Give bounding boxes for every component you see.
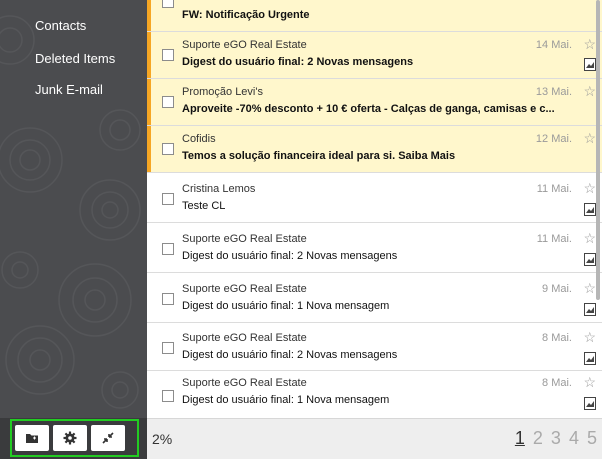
unread-marker — [147, 32, 151, 78]
message-subject: FW: Notificação Urgente — [182, 9, 310, 21]
list-footer: 2% 1 2 3 4 5 — [147, 418, 602, 459]
message-row[interactable]: Cristina Lemos Teste CL 11 Mai. ☆ — [147, 173, 602, 223]
attachment-icon — [584, 352, 596, 365]
star-icon[interactable]: ☆ — [583, 84, 596, 98]
message-subject: Teste CL — [182, 200, 226, 212]
star-icon[interactable]: ☆ — [583, 37, 596, 51]
message-row[interactable]: Suporte eGO Real Estate Digest do usuári… — [147, 371, 602, 418]
page-link[interactable]: 1 — [515, 428, 525, 448]
sidebar: Contacts Deleted Items Junk E-mail — [0, 0, 147, 459]
star-icon[interactable]: ☆ — [583, 375, 596, 389]
attachment-icon — [584, 303, 596, 316]
message-sender: Cristina Lemos — [182, 183, 256, 195]
message-row[interactable]: FW: Notificação Urgente — [147, 0, 602, 32]
message-sender: Suporte eGO Real Estate — [182, 377, 307, 389]
folder-contacts[interactable]: Contacts — [35, 18, 86, 33]
row-checkbox[interactable] — [162, 193, 174, 205]
attachment-icon — [584, 203, 596, 216]
scrollbar[interactable] — [596, 0, 600, 300]
folder-deleted-items[interactable]: Deleted Items — [35, 51, 115, 66]
message-date: 8 Mai. — [542, 377, 572, 389]
attachment-icon — [584, 253, 596, 266]
message-date: 8 Mai. — [542, 332, 572, 344]
message-sender: Suporte eGO Real Estate — [182, 332, 307, 344]
message-subject: Digest do usuário final: 2 Novas mensage… — [182, 349, 398, 361]
message-subject: Temos a solução financeira ideal para si… — [182, 150, 456, 162]
row-checkbox[interactable] — [162, 96, 174, 108]
message-subject: Aproveite -70% desconto + 10 € oferta - … — [182, 103, 555, 115]
message-date: 14 Mai. — [535, 39, 572, 51]
star-icon[interactable]: ☆ — [583, 231, 596, 245]
star-icon[interactable]: ☆ — [583, 330, 596, 344]
star-icon[interactable]: ☆ — [583, 131, 596, 145]
message-date: 11 Mai. — [536, 183, 572, 195]
message-date: 9 Mai. — [542, 283, 572, 295]
message-sender: Suporte eGO Real Estate — [182, 39, 307, 51]
unread-marker — [147, 0, 151, 31]
row-checkbox[interactable] — [162, 243, 174, 255]
message-row[interactable]: Promoção Levi's Aproveite -70% desconto … — [147, 79, 602, 126]
star-icon[interactable]: ☆ — [583, 281, 596, 295]
progress-percent: 2% — [152, 431, 173, 447]
star-icon[interactable]: ☆ — [583, 181, 596, 195]
message-sender: Suporte eGO Real Estate — [182, 283, 307, 295]
page-link[interactable]: 5 — [587, 428, 597, 448]
page-link[interactable]: 2 — [533, 428, 543, 448]
message-sender: Cofidis — [182, 133, 216, 145]
sidebar-background-pattern — [0, 15, 141, 409]
message-row[interactable]: Cofidis Temos a solução financeira ideal… — [147, 126, 602, 173]
message-row[interactable]: Suporte eGO Real Estate Digest do usuári… — [147, 32, 602, 79]
pagination: 1 2 3 4 5 — [512, 428, 597, 449]
attachment-icon — [584, 58, 596, 71]
sidebar-footer-highlight — [10, 419, 139, 457]
message-row[interactable]: Suporte eGO Real Estate Digest do usuári… — [147, 223, 602, 273]
attachment-icon — [584, 397, 596, 410]
message-row[interactable]: Suporte eGO Real Estate Digest do usuári… — [147, 323, 602, 371]
unread-marker — [147, 79, 151, 125]
message-subject: Digest do usuário final: 2 Novas mensage… — [182, 56, 414, 68]
message-date: 11 Mai. — [536, 233, 572, 245]
message-date: 12 Mai. — [535, 133, 572, 145]
message-subject: Digest do usuário final: 2 Novas mensage… — [182, 250, 398, 262]
message-list: FW: Notificação Urgente Suporte eGO Real… — [147, 0, 602, 418]
message-subject: Digest do usuário final: 1 Nova mensagem — [182, 394, 390, 406]
row-checkbox[interactable] — [162, 143, 174, 155]
message-subject: Digest do usuário final: 1 Nova mensagem — [182, 300, 390, 312]
message-date: 13 Mai. — [535, 86, 572, 98]
row-checkbox[interactable] — [162, 342, 174, 354]
row-checkbox[interactable] — [162, 0, 174, 8]
row-checkbox[interactable] — [162, 293, 174, 305]
message-sender: Promoção Levi's — [182, 86, 263, 98]
page-link[interactable]: 3 — [551, 428, 561, 448]
row-checkbox[interactable] — [162, 49, 174, 61]
row-checkbox[interactable] — [162, 390, 174, 402]
folder-junk-email[interactable]: Junk E-mail — [35, 82, 103, 97]
unread-marker — [147, 126, 151, 172]
message-sender: Suporte eGO Real Estate — [182, 233, 307, 245]
page-link[interactable]: 4 — [569, 428, 579, 448]
message-row[interactable]: Suporte eGO Real Estate Digest do usuári… — [147, 273, 602, 323]
